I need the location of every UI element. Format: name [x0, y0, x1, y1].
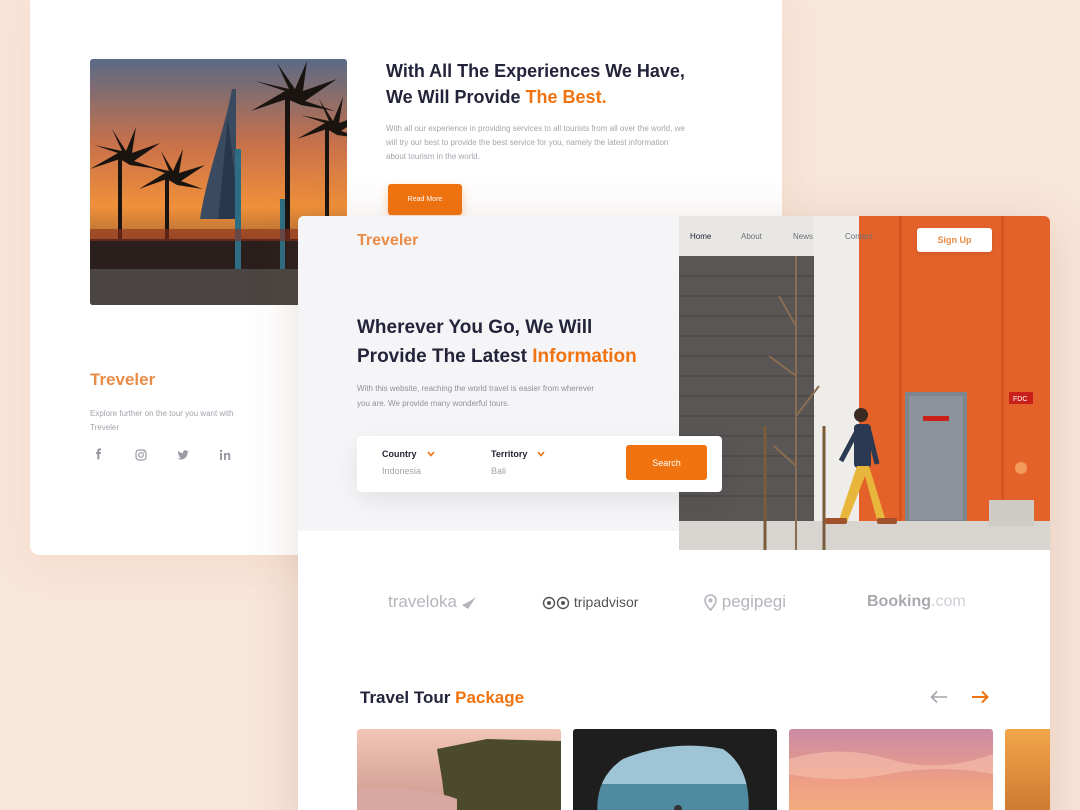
territory-label: Territory [491, 449, 528, 459]
instagram-icon[interactable] [134, 448, 148, 462]
sign-up-button[interactable]: Sign Up [917, 228, 992, 252]
landing-page-card: Treveler Wherever You Go, We Will Provid… [298, 216, 1050, 810]
arrow-right-icon[interactable] [971, 690, 989, 704]
bird-icon [461, 596, 476, 609]
arrow-left-icon[interactable] [930, 690, 948, 704]
package-card[interactable] [789, 729, 993, 810]
package-carousel [357, 729, 1050, 810]
location-pin-icon [704, 594, 717, 612]
main-nav: Home About News Contact [690, 232, 873, 241]
nav-news[interactable]: News [793, 232, 845, 241]
hero-subtitle: With this website, reaching the world tr… [357, 384, 594, 408]
country-select[interactable]: Country Indonesia [382, 449, 435, 476]
territory-value: Bali [491, 466, 507, 476]
header-logo[interactable]: Treveler [357, 232, 418, 250]
chevron-down-icon [426, 451, 435, 457]
country-label: Country [382, 449, 417, 459]
hero-title: Wherever You Go, We Will Provide The Lat… [357, 317, 637, 367]
nav-home[interactable]: Home [690, 232, 741, 241]
territory-select[interactable]: Territory Bali [491, 449, 545, 476]
about-heading: With All The Experiences We Have, We Wil… [386, 61, 685, 107]
footer-logo[interactable]: Treveler [90, 370, 155, 390]
country-value: Indonesia [382, 466, 422, 476]
social-links [92, 448, 232, 462]
search-button[interactable]: Search [626, 445, 707, 480]
partner-booking: Booking.com [867, 593, 966, 610]
owl-icon [542, 597, 570, 610]
hero-photo: FDC [679, 216, 1050, 550]
partner-tripadvisor: tripadvisor [542, 594, 638, 610]
package-card[interactable] [573, 729, 777, 810]
read-more-button[interactable]: Read More [388, 184, 462, 215]
chevron-down-icon [537, 451, 545, 457]
packages-title: Travel Tour Package [360, 688, 525, 707]
twitter-icon[interactable] [176, 448, 190, 462]
nav-contact[interactable]: Contact [845, 232, 873, 241]
package-card[interactable] [1005, 729, 1050, 810]
linkedin-icon[interactable] [218, 448, 232, 462]
nav-about[interactable]: About [741, 232, 793, 241]
footer-tagline: Explore further on the tour you want wit… [90, 409, 234, 432]
partner-logos: traveloka tripadvisor pegipegi Booking.c… [298, 588, 1050, 622]
facebook-icon[interactable] [92, 448, 106, 462]
partner-traveloka: traveloka [388, 592, 476, 612]
search-form: Country Indonesia Territory Bali Search [357, 436, 722, 492]
partner-pegipegi: pegipegi [704, 592, 786, 612]
svg-text:FDC: FDC [1013, 396, 1027, 403]
about-paragraph: With all our experience in providing ser… [386, 124, 685, 161]
package-card[interactable] [357, 729, 561, 810]
